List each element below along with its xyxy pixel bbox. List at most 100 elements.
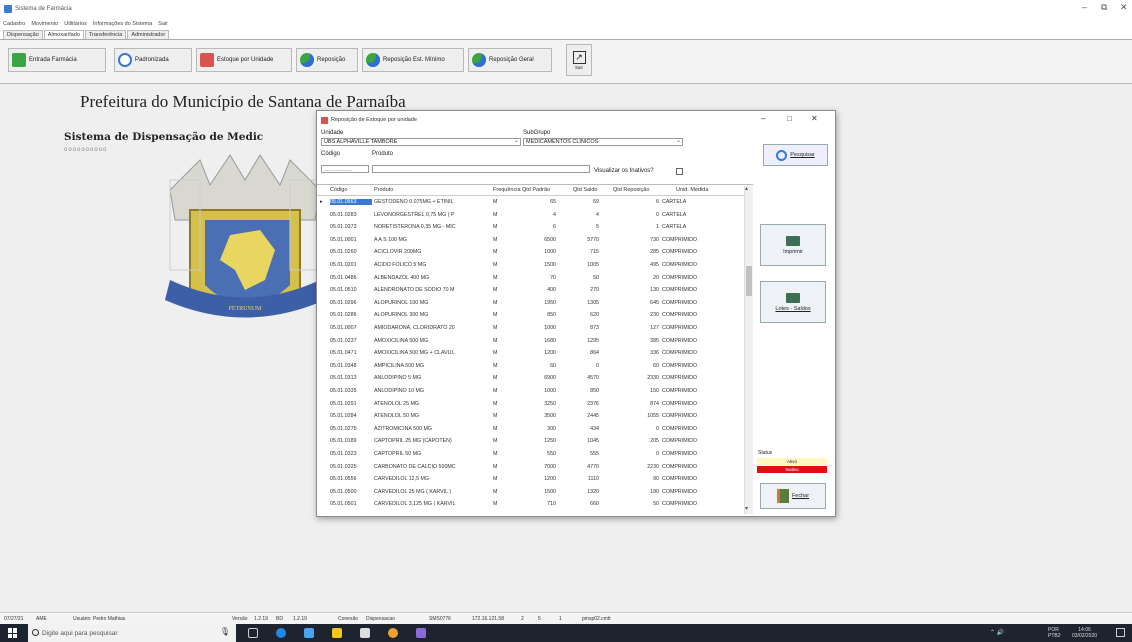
tab-administrador[interactable]: Administrador: [127, 30, 170, 39]
table-row[interactable]: 05.01.0201 ÁCIDO FÓLICO 5 MG M 1500 1005 495 C…: [317, 260, 753, 270]
table-row[interactable]: 05.01.0313 ANLODIPINO 5 MG M 6900 4570 2330 CO…: [317, 373, 753, 383]
notifications-icon[interactable]: [1116, 628, 1125, 637]
table-cell: CARTELA: [662, 199, 687, 205]
table-row[interactable]: 05.01.0323 CAPTOPRIL 50 MG M 550 555 0 COMPRIM…: [317, 449, 753, 459]
visualizar-inativos-checkbox[interactable]: [676, 168, 683, 175]
reposicao-geral-button[interactable]: Reposição Geral: [468, 48, 552, 72]
clock[interactable]: 14:06 03/02/2020: [1072, 627, 1097, 639]
table-cell: 1200: [544, 476, 556, 483]
table-cell: 05.01.0296: [330, 299, 357, 306]
table-row[interactable]: 05.01.0501 CARVEDILOL 3,125 MG ( KARVIL M 7…: [317, 499, 753, 509]
produto-input[interactable]: [372, 165, 590, 173]
fechar-button[interactable]: Fechar: [760, 483, 826, 509]
table-row[interactable]: 05.01.0335 ANLODIPINO 10 MG M 1000 850 150 COM…: [317, 386, 753, 396]
table-cell: ÁCIDO FÓLICO 5 MG: [374, 262, 427, 268]
status-user: Usuário: Pedro Mathias: [73, 616, 126, 622]
table-row[interactable]: 05.01.0283 LEVONORGESTREL 0,75 MG ( P M 4 4 0…: [317, 210, 753, 220]
reposicao-button[interactable]: Reposição: [296, 48, 358, 72]
store-icon[interactable]: [304, 628, 314, 638]
table-row[interactable]: 05.01.0471 AMOXICILINA 500 MG + CLAVUL M 12…: [317, 348, 753, 358]
table-row[interactable]: 05.01.0296 ALOPURINOL 100 MG M 1950 1305 645 C…: [317, 298, 753, 308]
subgrupo-select[interactable]: MEDICAMENTOS CLINICOS ⌄: [523, 138, 683, 146]
table-row[interactable]: ▸ 05.01.0563 GESTODENO 0.075MG + ETINIL M 65…: [317, 197, 753, 207]
chrome-icon[interactable]: [388, 628, 398, 638]
mail-icon[interactable]: [360, 628, 370, 638]
menu-informacoes[interactable]: Informações do Sistema: [93, 21, 152, 27]
close-button[interactable]: ✕: [1120, 2, 1128, 13]
dialog-close-button[interactable]: ✕: [811, 114, 818, 123]
table-cell: 645: [650, 299, 659, 306]
table-row[interactable]: 05.01.0486 ALBENDAZOL 400 MG M 70 50 20 COMPRI…: [317, 273, 753, 283]
table-row[interactable]: 05.01.0286 ALOPURINOL 300 MG M 850 620 230 COM…: [317, 310, 753, 320]
exit-icon: ↗: [572, 50, 586, 64]
table-row[interactable]: 05.01.0189 CAPTOPRIL 25 MG (CAPOTEN) M 1250…: [317, 436, 753, 446]
windows-taskbar: Digite aqui para pesquisar 🎙 ⌃ 🔊 POR PTB…: [0, 624, 1132, 642]
table-row[interactable]: 05.01.0260 ACICLOVIR 200MG M 1000 715 285 COMP…: [317, 247, 753, 257]
entrada-farmacia-button[interactable]: Entrada Farmácia: [8, 48, 106, 72]
language-indicator[interactable]: POR PTB2: [1048, 627, 1061, 639]
taskbar-search-input[interactable]: Digite aqui para pesquisar 🎙: [28, 624, 236, 642]
pesquisar-button[interactable]: Pesquisar: [763, 144, 828, 166]
tab-dispensacao[interactable]: Dispensação: [3, 30, 43, 39]
grid-scrollbar[interactable]: [744, 186, 753, 514]
pharmacy-app-icon[interactable]: [416, 628, 426, 638]
tray-icons[interactable]: ⌃ 🔊: [990, 629, 1004, 636]
table-row[interactable]: 05.01.0275 AZITROMICINA 500 MG M 300 434 0 COM…: [317, 424, 753, 434]
tab-almoxarifado[interactable]: Almoxarifado: [43, 30, 84, 39]
dialog-minimize-button[interactable]: –: [761, 114, 765, 123]
menu-cadastro[interactable]: Cadastro: [3, 21, 25, 27]
table-cell: CARTELA: [662, 224, 687, 231]
table-row[interactable]: 05.01.0237 AMOXICILINA 500 MG M 1680 1295 385…: [317, 336, 753, 346]
unidade-select[interactable]: UBS ALPHAVILLE TAMBORÉ ⌄: [321, 138, 521, 146]
table-cell: 6: [553, 224, 556, 231]
col-qtd-saldo[interactable]: Qtd Saldo: [573, 187, 597, 193]
table-row[interactable]: 05.01.0510 ALENDRONATO DE SÓDIO 70 M M 400 2…: [317, 285, 753, 295]
file-explorer-icon[interactable]: [332, 628, 342, 638]
scroll-up-icon[interactable]: ▴: [745, 185, 748, 192]
table-cell: M: [493, 236, 498, 243]
minimize-button[interactable]: –: [1082, 2, 1087, 12]
microphone-icon[interactable]: 🎙: [220, 627, 230, 636]
task-view-icon[interactable]: [248, 628, 258, 638]
col-codigo[interactable]: Código: [330, 187, 347, 193]
table-row[interactable]: 05.01.0001 A A S 100 MG M 6500 5770 730 COMPRI…: [317, 235, 753, 245]
tab-transferencia[interactable]: Transferência: [84, 30, 127, 39]
sair-button[interactable]: ↗ Sair: [566, 44, 592, 76]
status-version-label: Versão: [232, 616, 248, 622]
table-row[interactable]: 05.01.0007 AMIODARONA, CLORIDRATO 20 M 1000…: [317, 323, 753, 333]
status-version: 1.2.19: [254, 616, 268, 622]
windows-start-icon[interactable]: [8, 628, 18, 638]
table-row[interactable]: 05.01.0291 ATENOLOL 25 MG M 3250 2376 874 COMP…: [317, 399, 753, 409]
col-qtd-padrao[interactable]: Qtd Padrão: [522, 187, 550, 193]
table-row[interactable]: 05.01.0500 CARVEDILOL 25 MG ( KARVIL ) M 15…: [317, 487, 753, 497]
menu-movimento[interactable]: Movimento: [31, 21, 58, 27]
table-row[interactable]: 05.01.0325 CARBONATO DE CALCIO 500MC M 7000…: [317, 462, 753, 472]
reposicao-est-minimo-button[interactable]: Reposição Est. Mínimo: [362, 48, 464, 72]
table-row[interactable]: 05.01.0348 AMPICILINA 500 MG M 60 0 60 COMPRIM…: [317, 361, 753, 371]
table-cell: 05.01.0237: [330, 337, 357, 344]
table-cell: 0: [656, 211, 659, 218]
menu-utilitarios[interactable]: Utilitários: [64, 21, 87, 27]
col-qtd-reposicao[interactable]: Qtd Reposição: [613, 187, 649, 193]
menu-sair[interactable]: Sair: [158, 21, 168, 27]
table-row[interactable]: 05.01.0373 NORETISTERONA 0,35 MG - MIC M 6 5…: [317, 222, 753, 232]
codigo-input[interactable]: __.__.____: [321, 165, 369, 173]
dialog-restore-button[interactable]: □: [787, 114, 792, 123]
estoque-por-unidade-button[interactable]: Estoque por Unidade: [196, 48, 292, 72]
col-frequencia[interactable]: Frequência: [493, 187, 521, 193]
col-unid-medida[interactable]: Unid. Medida: [676, 187, 708, 193]
lotes-saldos-button[interactable]: Lotes - Saldos: [760, 281, 826, 323]
restore-button[interactable]: ⧉: [1101, 2, 1107, 13]
table-row[interactable]: 05.01.0556 CARVEDILOL 12,5 MG M 1200 1110 90 C…: [317, 474, 753, 484]
col-produto[interactable]: Produto: [374, 187, 393, 193]
imprimir-button[interactable]: Imprimir: [760, 224, 826, 266]
scrollbar-thumb[interactable]: [746, 266, 752, 296]
padronizada-button[interactable]: Padronizada: [114, 48, 192, 72]
table-cell: 05.01.0563: [330, 199, 372, 205]
municipal-crest-logo: PETRUNUM: [165, 154, 325, 318]
edge-icon[interactable]: [276, 628, 286, 638]
table-cell: LEVONORGESTREL 0,75 MG ( P: [374, 211, 455, 218]
scroll-down-icon[interactable]: ▾: [745, 505, 748, 512]
table-row[interactable]: 05.01.0284 ATENOLOL 50 MG M 3500 2445 1055 COM…: [317, 411, 753, 421]
table-cell: 05.01.0325: [330, 463, 357, 470]
